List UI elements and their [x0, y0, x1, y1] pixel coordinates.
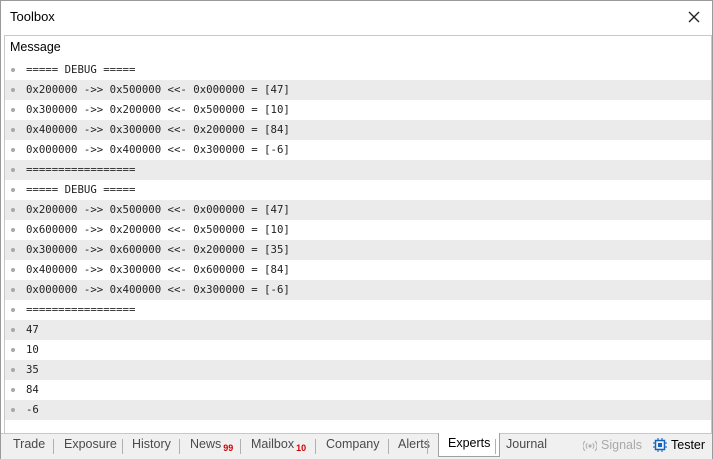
message-row[interactable]: 47	[5, 320, 711, 340]
tab-badge: 10	[296, 443, 307, 453]
message-text: ===== DEBUG =====	[26, 63, 136, 76]
tab-badge: 99	[223, 443, 234, 453]
tab-label: News	[190, 437, 222, 451]
column-header-label: Message	[10, 40, 61, 54]
tab-trade[interactable]: Trade	[13, 437, 45, 451]
tab-separator	[179, 439, 180, 454]
window-title: Toolbox	[10, 9, 55, 24]
message-row[interactable]: =================	[5, 300, 711, 320]
message-row[interactable]: 0x300000 ->> 0x200000 <<- 0x500000 = [10…	[5, 100, 711, 120]
row-bullet-icon	[11, 68, 15, 72]
message-text: =================	[26, 303, 136, 316]
row-bullet-icon	[11, 388, 15, 392]
tab-label: Company	[326, 437, 380, 451]
message-row[interactable]: 0x000000 ->> 0x400000 <<- 0x300000 = [-6…	[5, 280, 711, 300]
signals-icon	[582, 440, 598, 455]
tab-history[interactable]: History	[132, 437, 171, 451]
tab-label: Mailbox	[251, 437, 295, 451]
tab-company[interactable]: Company	[326, 437, 380, 451]
message-text: 0x600000 ->> 0x200000 <<- 0x500000 = [10…	[26, 223, 290, 236]
message-text: 0x200000 ->> 0x500000 <<- 0x000000 = [47…	[26, 203, 290, 216]
tab-separator	[495, 439, 496, 454]
tab-experts[interactable]: Experts	[438, 433, 501, 457]
message-text: 0x400000 ->> 0x300000 <<- 0x600000 = [84…	[26, 263, 290, 276]
row-bullet-icon	[11, 128, 15, 132]
message-row[interactable]: ===== DEBUG =====	[5, 180, 711, 200]
message-row[interactable]: 0x300000 ->> 0x600000 <<- 0x200000 = [35…	[5, 240, 711, 260]
signals-button[interactable]: Signals	[582, 438, 642, 455]
tester-icon	[653, 438, 667, 455]
message-row[interactable]: 10	[5, 340, 711, 360]
row-bullet-icon	[11, 268, 15, 272]
tab-journal[interactable]: Journal	[506, 437, 547, 451]
tab-label: Experts	[448, 436, 491, 450]
tab-bar: Signals Tester Trade Exposure History News 9…	[1, 433, 712, 459]
row-bullet-icon	[11, 348, 15, 352]
tab-label: Exposure	[64, 437, 117, 451]
tab-separator	[240, 439, 241, 454]
tab-separator	[388, 439, 389, 454]
message-text: 0x000000 ->> 0x400000 <<- 0x300000 = [-6…	[26, 283, 290, 296]
message-text: 0x300000 ->> 0x200000 <<- 0x500000 = [10…	[26, 103, 290, 116]
row-bullet-icon	[11, 288, 15, 292]
tab-alerts[interactable]: Alerts	[398, 437, 430, 451]
row-bullet-icon	[11, 148, 15, 152]
tab-label: History	[132, 437, 171, 451]
tab-separator	[53, 439, 54, 454]
title-bar: Toolbox	[1, 1, 712, 33]
message-row[interactable]: 0x200000 ->> 0x500000 <<- 0x000000 = [47…	[5, 80, 711, 100]
tab-label: Alerts	[398, 437, 430, 451]
message-row[interactable]: 0x200000 ->> 0x500000 <<- 0x000000 = [47…	[5, 200, 711, 220]
row-bullet-icon	[11, 208, 15, 212]
message-row[interactable]: -6	[5, 400, 711, 420]
row-bullet-icon	[11, 368, 15, 372]
signals-label: Signals	[601, 438, 642, 452]
message-row[interactable]: 0x000000 ->> 0x400000 <<- 0x300000 = [-6…	[5, 140, 711, 160]
tab-news[interactable]: News 99	[190, 437, 233, 453]
row-bullet-icon	[11, 248, 15, 252]
message-text: 0x300000 ->> 0x600000 <<- 0x200000 = [35…	[26, 243, 290, 256]
message-text: 0x400000 ->> 0x300000 <<- 0x200000 = [84…	[26, 123, 290, 136]
message-row[interactable]: 0x600000 ->> 0x200000 <<- 0x500000 = [10…	[5, 220, 711, 240]
message-text: 0x200000 ->> 0x500000 <<- 0x000000 = [47…	[26, 83, 290, 96]
row-bullet-icon	[11, 88, 15, 92]
row-bullet-icon	[11, 108, 15, 112]
toolbox-window: Toolbox Message ===== DEBUG ===== 0x20000…	[0, 0, 713, 459]
message-text: =================	[26, 163, 136, 176]
message-row[interactable]: 0x400000 ->> 0x300000 <<- 0x600000 = [84…	[5, 260, 711, 280]
message-text: 84	[26, 383, 39, 396]
tester-button[interactable]: Tester	[653, 438, 705, 455]
tab-mailbox[interactable]: Mailbox 10	[251, 437, 306, 453]
message-text: 47	[26, 323, 39, 336]
tab-separator	[122, 439, 123, 454]
row-bullet-icon	[11, 408, 15, 412]
message-text: 10	[26, 343, 39, 356]
tester-label: Tester	[671, 438, 706, 452]
message-text: 35	[26, 363, 39, 376]
message-text: 0x000000 ->> 0x400000 <<- 0x300000 = [-6…	[26, 143, 290, 156]
message-text: -6	[26, 403, 39, 416]
messages-panel: Message ===== DEBUG ===== 0x200000 ->> 0x…	[4, 35, 712, 434]
close-icon[interactable]	[682, 5, 706, 29]
row-bullet-icon	[11, 328, 15, 332]
tab-exposure[interactable]: Exposure	[64, 437, 117, 451]
message-text: ===== DEBUG =====	[26, 183, 136, 196]
row-bullet-icon	[11, 308, 15, 312]
row-bullet-icon	[11, 228, 15, 232]
tab-label: Journal	[506, 437, 547, 451]
row-bullet-icon	[11, 168, 15, 172]
tab-label: Trade	[13, 437, 46, 451]
message-row[interactable]: 0x400000 ->> 0x300000 <<- 0x200000 = [84…	[5, 120, 711, 140]
row-bullet-icon	[11, 188, 15, 192]
tab-separator	[427, 439, 428, 454]
message-row[interactable]: =================	[5, 160, 711, 180]
tab-separator	[315, 439, 316, 454]
message-list: ===== DEBUG ===== 0x200000 ->> 0x500000 <…	[5, 60, 711, 420]
message-row[interactable]: 35	[5, 360, 711, 380]
message-row[interactable]: ===== DEBUG =====	[5, 60, 711, 80]
column-header-message[interactable]: Message	[5, 36, 711, 58]
message-row[interactable]: 84	[5, 380, 711, 400]
